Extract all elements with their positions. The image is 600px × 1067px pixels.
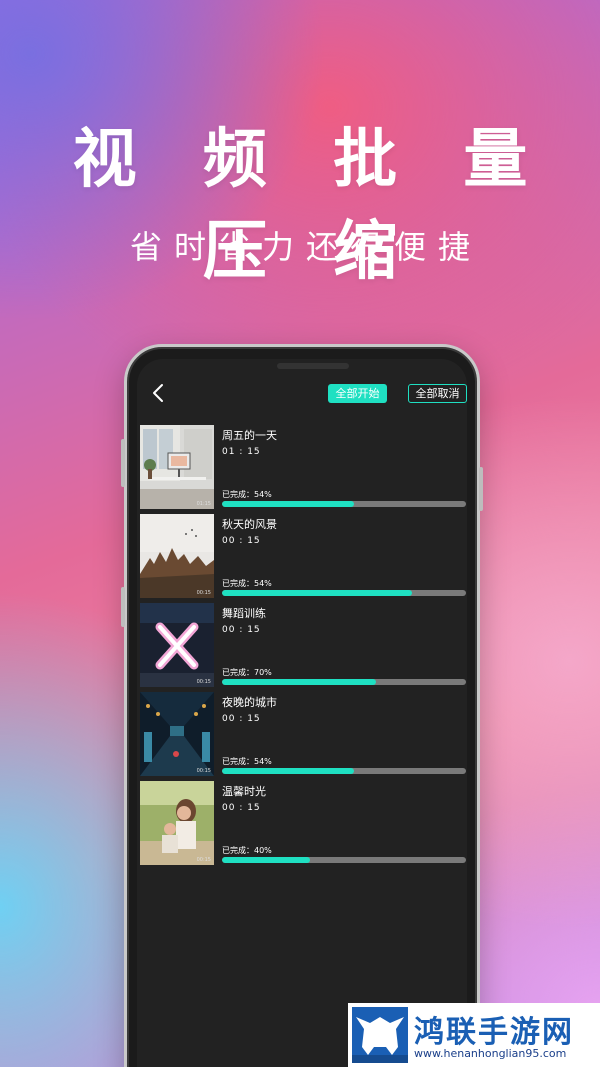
progress-bar: [222, 768, 466, 774]
progress-fill: [222, 590, 413, 596]
video-list-item[interactable]: 00:15 温馨时光 00 : 15 已完成：40%: [140, 779, 467, 868]
back-arrow-icon[interactable]: [147, 381, 171, 405]
video-duration: 00 : 15: [222, 714, 261, 724]
phone-side-button: [121, 439, 125, 487]
progress-bar: [222, 679, 466, 685]
thumbnail-duration: 00:15: [196, 679, 211, 685]
progress-label: 已完成：54%: [222, 579, 272, 588]
video-title: 夜晚的城市: [222, 696, 277, 709]
progress-fill: [222, 501, 354, 507]
video-thumbnail[interactable]: 00:15: [140, 781, 214, 865]
autumn-landscape-thumbnail-image: [140, 514, 214, 598]
progress-label: 已完成：54%: [222, 757, 272, 766]
app-screen: 全部开始 全部取消 01:15 周五的一天 01: 15 已完成：54% 00…: [137, 359, 467, 1067]
progress-fill: [222, 857, 310, 863]
phone-side-button: [121, 587, 125, 627]
thumbnail-duration: 01:15: [196, 501, 211, 507]
subline: 省时省力还很便捷: [129, 228, 482, 266]
family-outdoor-thumbnail-image: [140, 781, 214, 865]
video-thumbnail[interactable]: 00:15: [140, 514, 214, 598]
video-list-item[interactable]: 00:15 秋天的风景 00 : 15 已完成：54%: [140, 512, 467, 601]
start-all-button[interactable]: 全部开始: [328, 384, 387, 403]
progress-bar: [222, 857, 466, 863]
phone-side-button: [479, 467, 483, 511]
video-duration: 00 : 15: [222, 803, 261, 813]
video-thumbnail[interactable]: 00:15: [140, 692, 214, 776]
video-thumbnail[interactable]: 01:15: [140, 425, 214, 509]
office-desk-thumbnail-image: [140, 425, 214, 509]
watermark-url: www.henanhonglian95.com: [414, 1047, 567, 1060]
thumbnail-duration: 00:15: [196, 590, 211, 596]
progress-label: 已完成：54%: [222, 490, 272, 499]
cancel-all-button[interactable]: 全部取消: [408, 384, 467, 403]
video-duration: 01 : 15: [222, 447, 261, 457]
progress-bar: [222, 501, 466, 507]
video-list-item[interactable]: 01:15 周五的一天 01 : 15 已完成：54%: [140, 423, 467, 512]
thumbnail-duration: 00:15: [196, 768, 211, 774]
progress-label: 已完成：70%: [222, 668, 272, 677]
video-duration: 00 : 15: [222, 625, 261, 635]
video-list-item[interactable]: 00:15 夜晚的城市 00 : 15 已完成：54%: [140, 690, 467, 779]
video-list: 01:15 周五的一天 01 : 15 已完成：54% 00:15 秋天的风景 …: [140, 423, 467, 868]
neon-x-thumbnail-image: [140, 603, 214, 687]
progress-label: 已完成：40%: [222, 846, 272, 855]
progress-fill: [222, 679, 376, 685]
watermark-title: 鸿联手游网: [414, 1015, 574, 1050]
phone-notch: [277, 363, 349, 369]
video-title: 秋天的风景: [222, 518, 277, 531]
video-title: 温馨时光: [222, 785, 266, 798]
bull-logo-icon: [352, 1007, 408, 1063]
watermark-badge: 鸿联手游网 www.henanhonglian95.com: [348, 1003, 600, 1067]
phone-mockup: 全部开始 全部取消 01:15 周五的一天 01: 15 已完成：54% 00…: [121, 344, 483, 1067]
video-title: 周五的一天: [222, 429, 277, 442]
progress-fill: [222, 768, 354, 774]
video-list-item[interactable]: 00:15 舞蹈训练 00 : 15 已完成：70%: [140, 601, 467, 690]
night-city-thumbnail-image: [140, 692, 214, 776]
video-thumbnail[interactable]: 00:15: [140, 603, 214, 687]
progress-bar: [222, 590, 466, 596]
video-title: 舞蹈训练: [222, 607, 266, 620]
thumbnail-duration: 00:15: [196, 857, 211, 863]
video-duration: 00 : 15: [222, 536, 261, 546]
